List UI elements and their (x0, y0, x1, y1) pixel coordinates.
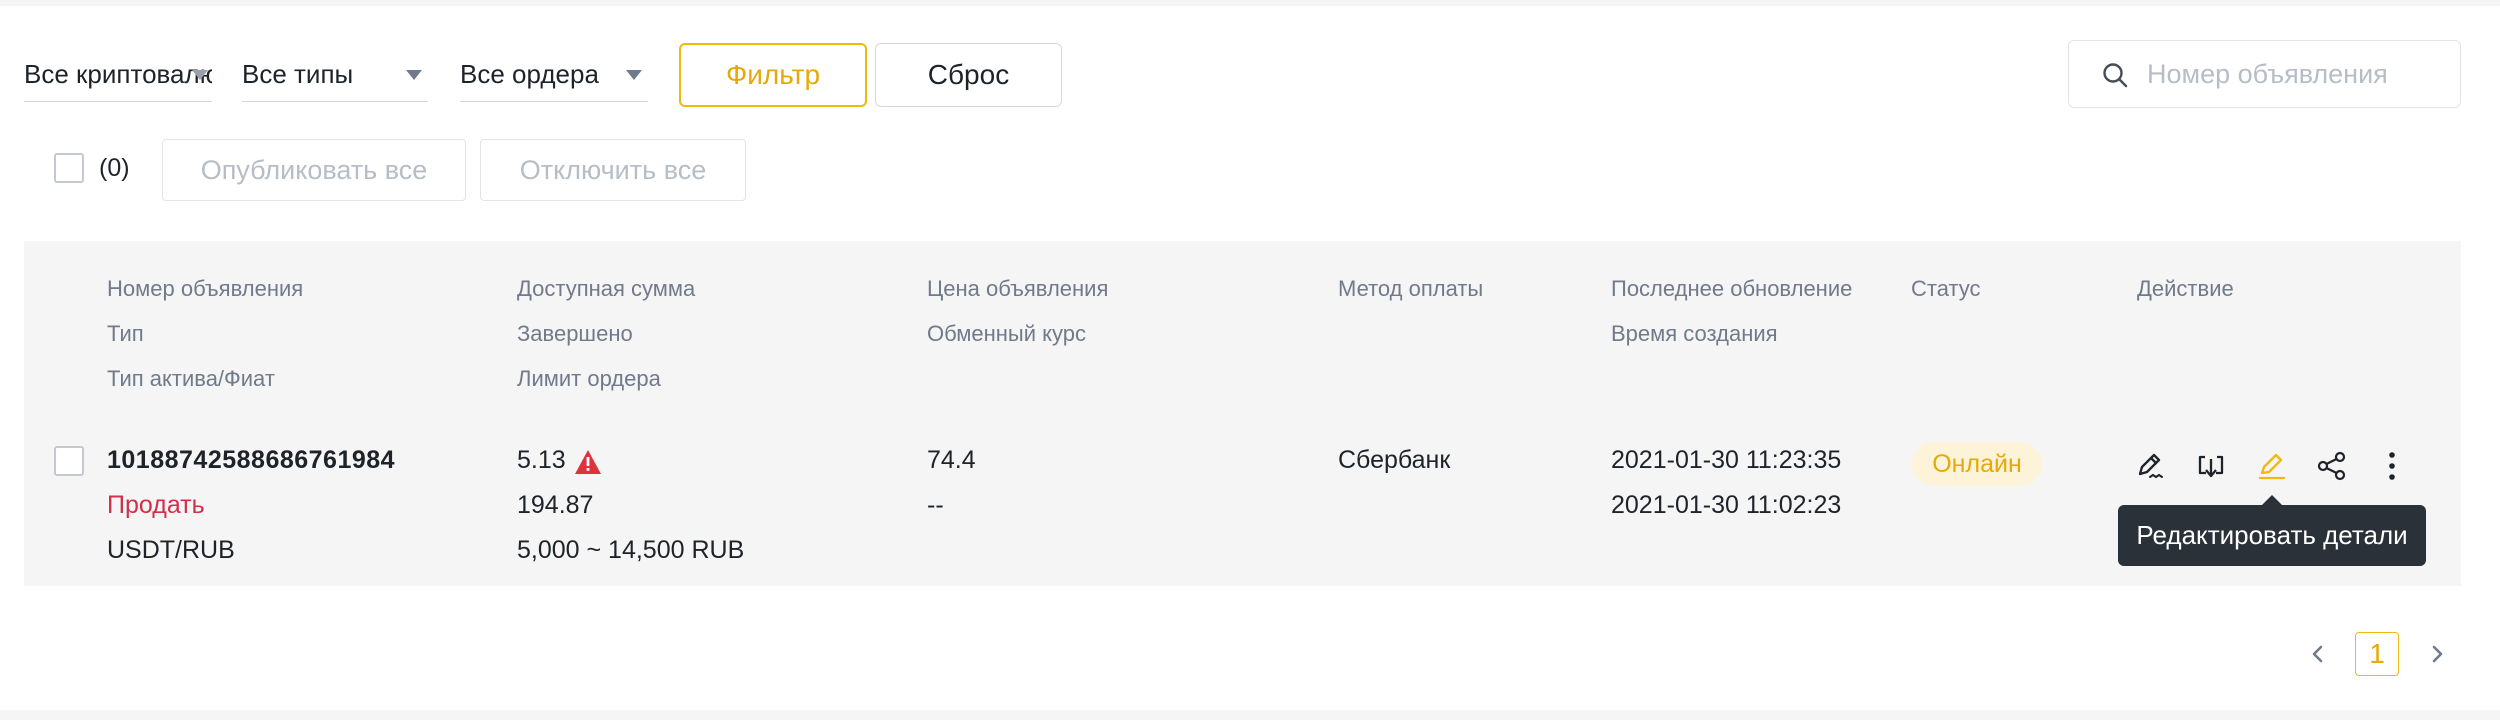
available-amount: 5.13 (517, 446, 566, 474)
header-order-limit: Лимит ордера (517, 366, 661, 391)
chevron-left-icon[interactable] (2305, 639, 2331, 669)
header-price: Цена объявления (927, 276, 1109, 301)
share-icon[interactable] (2314, 448, 2350, 484)
table-header: Номер объявления Тип Тип актива/Фиат Дос… (24, 241, 2461, 426)
header-last-update: Последнее обновление (1611, 276, 1853, 301)
completed-amount: 194.87 (517, 491, 594, 519)
edit-details-icon[interactable] (2254, 448, 2290, 484)
order-limit: 5,000 ~ 14,500 RUB (517, 536, 745, 564)
take-offline-icon[interactable] (2193, 448, 2229, 484)
row-checkbox[interactable] (54, 446, 84, 476)
select-all-checkbox[interactable] (54, 153, 84, 183)
chevron-right-icon[interactable] (2424, 639, 2450, 669)
chevron-down-icon (192, 70, 208, 80)
warning-icon[interactable] (574, 449, 602, 480)
payment-method: Сбербанк (1338, 446, 1451, 474)
tooltip-arrow (2262, 495, 2282, 505)
ad-price: 74.4 (927, 446, 976, 474)
header-action: Действие (2137, 276, 2234, 301)
type-filter-label: Все типы (242, 59, 354, 89)
status-badge: Онлайн (1912, 442, 2042, 486)
ad-type: Продать (107, 491, 205, 519)
header-available: Доступная сумма (517, 276, 696, 301)
chevron-down-icon (406, 70, 422, 80)
filter-button[interactable]: Фильтр (679, 43, 867, 107)
ad-number: 10188742588686761984 (107, 446, 396, 474)
edit-ad-icon[interactable] (2132, 448, 2168, 484)
table-row: 10188742588686761984 Продать USDT/RUB 5.… (24, 426, 2461, 586)
header-payment-method: Метод оплаты (1338, 276, 1484, 301)
reset-button[interactable]: Сброс (875, 43, 1062, 107)
publish-all-button[interactable]: Опубликовать все (162, 139, 466, 201)
asset-fiat: USDT/RUB (107, 536, 235, 564)
crypto-filter-dropdown[interactable]: Все криптовалюты (24, 50, 212, 102)
page-1-button[interactable]: 1 (2355, 632, 2399, 676)
ad-number-search[interactable] (2068, 40, 2461, 108)
ads-management-page: Все криптовалюты Все типы Все ордера Фил… (0, 6, 2500, 710)
type-filter-dropdown[interactable]: Все типы (242, 50, 428, 102)
search-input[interactable] (2147, 51, 2447, 97)
header-created-time: Время создания (1611, 321, 1778, 346)
header-completed: Завершено (517, 321, 633, 346)
chevron-down-icon (626, 70, 642, 80)
order-filter-label: Все ордера (460, 59, 599, 89)
exchange-rate: -- (927, 491, 944, 519)
header-asset-fiat: Тип актива/Фиат (107, 366, 275, 391)
last-update-time: 2021-01-30 11:23:35 (1611, 446, 1842, 474)
order-filter-dropdown[interactable]: Все ордера (460, 50, 648, 102)
header-exchange-rate: Обменный курс (927, 321, 1086, 346)
header-ad-number: Номер объявления (107, 276, 304, 301)
selected-count: (0) (99, 154, 130, 182)
search-icon (2101, 61, 2129, 94)
edit-details-tooltip: Редактировать детали (2118, 505, 2426, 566)
disable-all-button[interactable]: Отключить все (480, 139, 746, 201)
more-options-icon[interactable] (2374, 448, 2410, 484)
header-status: Статус (1911, 276, 1981, 301)
header-type: Тип (107, 321, 144, 346)
created-time: 2021-01-30 11:02:23 (1611, 491, 1842, 519)
crypto-filter-label: Все криптовалюты (24, 59, 212, 89)
